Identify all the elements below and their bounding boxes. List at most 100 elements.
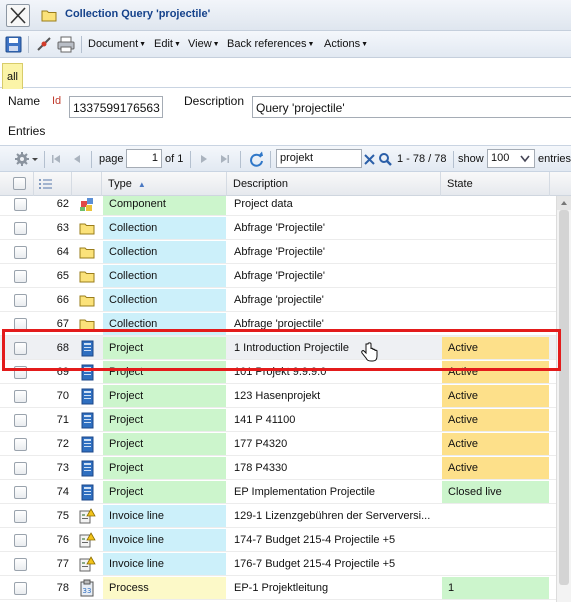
table-row[interactable]: 76 Invoice line 174-7 Budget 215-4 Project… [0,528,556,552]
table-row[interactable]: 63 Collection Abfrage 'Projectile' [0,216,556,240]
table-row[interactable]: 69 Project 101 Projekt 9.9.9.0 Active [0,360,556,384]
row-number: 65 [56,270,69,282]
folder-icon [41,10,57,22]
type-cell: Component [103,196,226,215]
row-checkbox[interactable] [14,342,27,355]
menu-document[interactable]: Document▼ [88,38,146,50]
clear-search-icon[interactable] [364,154,375,165]
row-checkbox[interactable] [14,462,27,475]
scrollbar-thumb[interactable] [559,210,569,585]
type-cell: Project [103,409,226,431]
row-checkbox[interactable] [14,198,27,211]
last-page-icon[interactable] [219,153,231,165]
header-description[interactable]: Description [227,172,441,196]
table-row[interactable]: 77 Invoice line 176-7 Budget 215-4 Project… [0,552,556,576]
table-row[interactable]: 78 33 Process EP-1 Projektleitung 1 [0,576,556,600]
folder-icon [79,319,95,331]
table-row[interactable]: 71 Project 141 P 41100 Active [0,408,556,432]
row-checkbox[interactable] [14,390,27,403]
row-checkbox[interactable] [14,270,27,283]
type-cell: Process [103,577,226,599]
page-number-input[interactable]: 1 [126,149,162,168]
pager-bar: page 1 of 1 projekt 1 - 78 / 78 show 100… [0,145,571,172]
svg-text:33: 33 [83,587,92,595]
id-field[interactable]: 1337599176563 [69,96,163,118]
header-row-number[interactable] [34,172,72,196]
state-cell: Active [442,433,549,455]
chevron-down-icon[interactable] [520,155,530,163]
row-number: 69 [56,366,69,378]
row-checkbox[interactable] [14,558,27,571]
pager-separator [240,151,241,168]
description-cell: 101 Projekt 9.9.9.0 [234,366,327,378]
header-type[interactable]: Type ▲ [102,172,227,196]
row-checkbox[interactable] [14,534,27,547]
component-icon [80,198,93,211]
search-icon[interactable] [378,152,393,167]
type-cell: Invoice line [103,553,226,575]
table-row[interactable]: 62 Component Project data [0,196,556,216]
settings-menu-icon[interactable] [14,151,40,168]
first-page-icon[interactable] [50,153,62,165]
state-cell [442,505,549,527]
row-number: 64 [56,246,69,258]
description-field[interactable]: Query 'projectile' [252,96,571,118]
tab-all[interactable]: all [2,63,23,89]
folder-icon [79,295,95,307]
description-cell: Abfrage 'projectile' [234,294,324,306]
entries-text: entries [538,153,571,165]
menu-actions[interactable]: Actions▼ [324,38,368,50]
vertical-scrollbar[interactable] [556,196,571,602]
row-number: 68 [56,342,69,354]
type-cell: Collection [103,241,226,263]
next-page-icon[interactable] [198,153,210,165]
table-row[interactable]: 67 Collection Abfrage 'projectile' [0,312,556,336]
row-checkbox[interactable] [14,438,27,451]
menu-view[interactable]: View▼ [188,38,220,50]
row-checkbox[interactable] [14,318,27,331]
row-number: 77 [56,558,69,570]
previous-page-icon[interactable] [71,153,83,165]
header-select-all[interactable] [0,172,34,196]
menu-edit[interactable]: Edit▼ [154,38,181,50]
table-row[interactable]: 68 Project 1 Introduction Projectile Active [0,336,556,360]
row-checkbox[interactable] [14,582,27,595]
pager-separator [270,151,271,168]
save-icon[interactable] [5,36,23,53]
process-icon: 33 [80,579,94,597]
table-row[interactable]: 66 Collection Abfrage 'projectile' [0,288,556,312]
row-checkbox[interactable] [14,246,27,259]
row-checkbox[interactable] [14,222,27,235]
project-icon [81,436,94,453]
table-row[interactable]: 72 Project 177 P4320 Active [0,432,556,456]
refresh-icon[interactable] [248,151,265,168]
type-cell: Collection [103,217,226,239]
row-checkbox[interactable] [14,486,27,499]
tab-strip: all [0,62,571,89]
state-cell: Active [442,361,549,383]
row-checkbox[interactable] [14,294,27,307]
description-cell: 141 P 41100 [234,414,296,426]
row-checkbox[interactable] [14,366,27,379]
select-all-checkbox[interactable] [13,177,26,190]
menu-back-references[interactable]: Back references▼ [227,38,314,50]
table-row[interactable]: 75 Invoice line 129-1 Lizenzgebühren der S… [0,504,556,528]
row-checkbox[interactable] [14,414,27,427]
table-row[interactable]: 70 Project 123 Hasenprojekt Active [0,384,556,408]
table-row[interactable]: 64 Collection Abfrage 'Projectile' [0,240,556,264]
scroll-up-button[interactable] [557,196,571,210]
header-icon-column[interactable] [72,172,102,196]
table-row[interactable]: 65 Collection Abfrage 'Projectile' [0,264,556,288]
print-icon[interactable] [57,36,75,53]
table-row[interactable]: 73 Project 178 P4330 Active [0,456,556,480]
header-state[interactable]: State [441,172,550,196]
pager-separator [44,151,45,168]
row-number: 76 [56,534,69,546]
description-cell: Abfrage 'Projectile' [234,246,326,258]
close-button[interactable] [6,4,30,27]
unlink-icon[interactable] [35,36,53,53]
type-cell: Invoice line [103,505,226,527]
search-input[interactable]: projekt [276,149,362,168]
table-row[interactable]: 74 Project EP Implementation Projectile Clo… [0,480,556,504]
row-checkbox[interactable] [14,510,27,523]
